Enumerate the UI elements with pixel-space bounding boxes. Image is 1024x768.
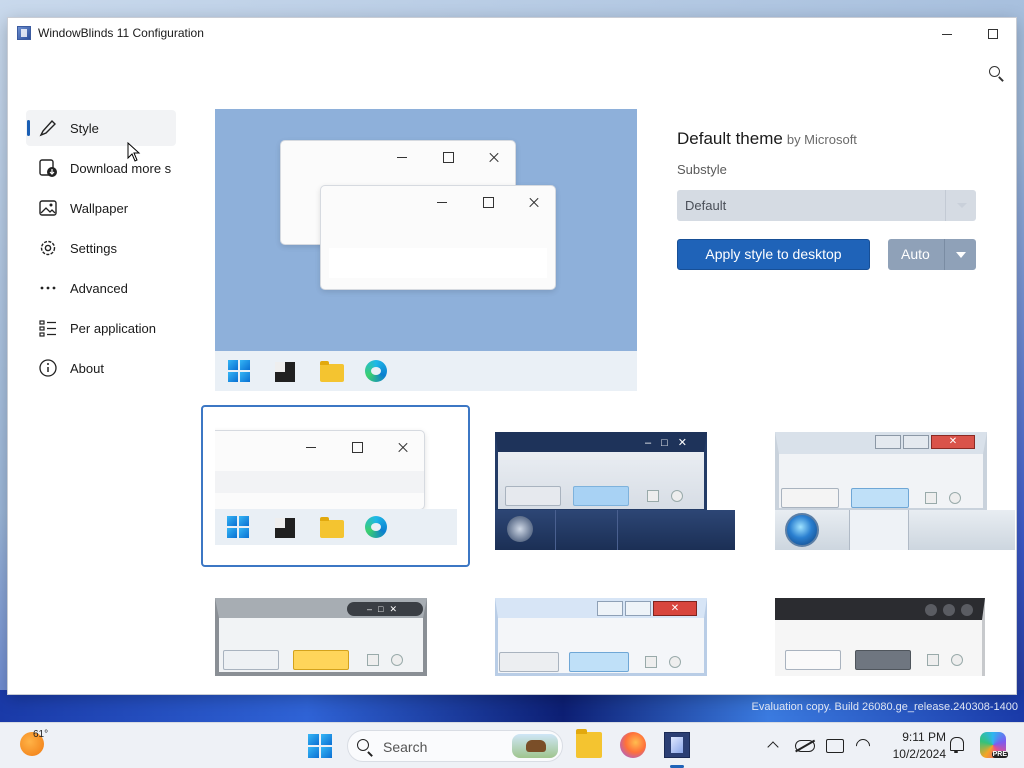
sidebar-item-advanced[interactable]: Advanced (26, 270, 176, 306)
windowblinds-taskbar-icon[interactable] (664, 732, 690, 758)
auto-button-label: Auto (901, 246, 930, 262)
search-icon (989, 66, 1000, 77)
start-button[interactable] (308, 734, 332, 758)
maximize-icon (481, 195, 495, 209)
more-dots-icon (38, 278, 58, 298)
theme-preview (215, 109, 637, 391)
close-icon (396, 440, 410, 454)
os-taskbar: 61° Search 9:11 PM 10/2/2024 PRE (0, 722, 1024, 768)
skin-thumb-classic-blue[interactable]: ✕ (495, 598, 717, 676)
window-title: WindowBlinds 11 Configuration (38, 26, 204, 40)
windowblinds-app-icon (17, 26, 31, 40)
preview-front-window (320, 185, 556, 290)
notification-bell-icon[interactable] (948, 737, 964, 753)
sidebar-item-per-application[interactable]: Per application (26, 310, 176, 346)
search-highlight-image (512, 734, 558, 758)
start-orb-icon (785, 513, 819, 547)
theme-author: by Microsoft (786, 132, 857, 147)
skin-thumb-aero[interactable]: ✕ (775, 432, 1015, 550)
maximize-icon (441, 150, 455, 164)
terminal-icon (275, 362, 295, 382)
title-bar[interactable]: WindowBlinds 11 Configuration (8, 18, 1016, 48)
sidebar-item-download[interactable]: Download more skins (26, 150, 176, 186)
close-icon (527, 195, 541, 209)
windows-start-icon (228, 360, 250, 382)
folder-icon (320, 361, 344, 382)
theme-title: Default theme by Microsoft (677, 129, 857, 149)
search-icon (357, 739, 369, 751)
weather-temperature: 61° (33, 729, 49, 740)
sidebar-item-label: Settings (70, 240, 117, 256)
skin-thumb-vista[interactable]: –□✕ (215, 598, 437, 676)
gear-icon (38, 238, 58, 258)
theme-name: Default theme (677, 129, 783, 148)
skin-thumb-navy[interactable]: –□✕ (495, 432, 735, 550)
brush-icon (38, 118, 58, 138)
edge-browser-icon (365, 516, 387, 538)
preview-taskbar (215, 351, 637, 391)
maximize-icon (350, 440, 364, 454)
clock-date: 10/2/2024 (892, 747, 946, 761)
substyle-value: Default (685, 198, 727, 213)
cloud-offline-icon[interactable] (795, 740, 815, 752)
download-icon (38, 158, 58, 178)
substyle-dropdown[interactable]: Default (677, 190, 976, 221)
sidebar-nav: Style Download more skins Wallpaper Sett… (26, 110, 176, 390)
sidebar-item-label: Download more skins (70, 160, 172, 176)
windows-start-icon (227, 516, 249, 538)
taskbar-search-box[interactable]: Search (347, 730, 563, 762)
chevron-down-icon[interactable] (944, 239, 976, 270)
sidebar-item-label: Style (70, 120, 99, 136)
minimize-icon (942, 33, 952, 35)
minimize-icon (304, 440, 318, 454)
sidebar-item-about[interactable]: About (26, 350, 176, 386)
display-icon[interactable] (826, 739, 844, 753)
skin-thumb-dark[interactable] (775, 598, 997, 676)
maximize-icon (988, 29, 998, 40)
watermark-text: Evaluation copy. Build 26080.ge_release.… (751, 701, 1018, 713)
maximize-button[interactable] (970, 18, 1016, 48)
config-window: WindowBlinds 11 Configuration Style Down… (8, 18, 1016, 694)
image-icon (38, 198, 58, 218)
sidebar-item-style[interactable]: Style (26, 110, 176, 146)
copilot-icon[interactable]: PRE (980, 732, 1008, 758)
minimize-icon (395, 150, 409, 164)
clock-time: 9:11 PM (902, 730, 946, 744)
sidebar-item-label: Per application (70, 320, 156, 336)
file-explorer-icon[interactable] (576, 729, 602, 758)
chevron-down-icon (945, 190, 976, 221)
skin-thumb-default[interactable] (215, 415, 457, 545)
start-orb-icon (507, 516, 533, 542)
close-icon: ✕ (653, 601, 697, 616)
evaluation-watermark: Evaluation copy. Build 26080.ge_release.… (752, 700, 1018, 715)
minimize-button[interactable] (924, 18, 970, 48)
clock[interactable]: 9:11 PM 10/2/2024 (880, 729, 946, 763)
sidebar-item-label: About (70, 360, 104, 376)
apply-style-button[interactable]: Apply style to desktop (677, 239, 870, 270)
sidebar-item-settings[interactable]: Settings (26, 230, 176, 266)
search-button[interactable] (986, 64, 1006, 84)
info-icon (38, 358, 58, 378)
firefox-icon[interactable] (620, 732, 646, 758)
list-icon (38, 318, 58, 338)
close-icon: ✕ (931, 435, 975, 449)
show-hidden-icons-chevron-icon[interactable] (764, 736, 784, 756)
substyle-label: Substyle (677, 162, 727, 177)
search-placeholder: Search (383, 739, 428, 755)
sidebar-item-label: Wallpaper (70, 200, 129, 216)
auto-split-button[interactable]: Auto (888, 239, 976, 270)
sidebar-item-label: Advanced (70, 280, 128, 296)
sidebar-item-wallpaper[interactable]: Wallpaper (26, 190, 176, 226)
terminal-icon (275, 518, 295, 538)
minimize-icon (435, 195, 449, 209)
edge-browser-icon (365, 360, 387, 382)
network-icon[interactable] (854, 736, 874, 756)
folder-icon (320, 517, 344, 538)
close-icon (487, 150, 501, 164)
